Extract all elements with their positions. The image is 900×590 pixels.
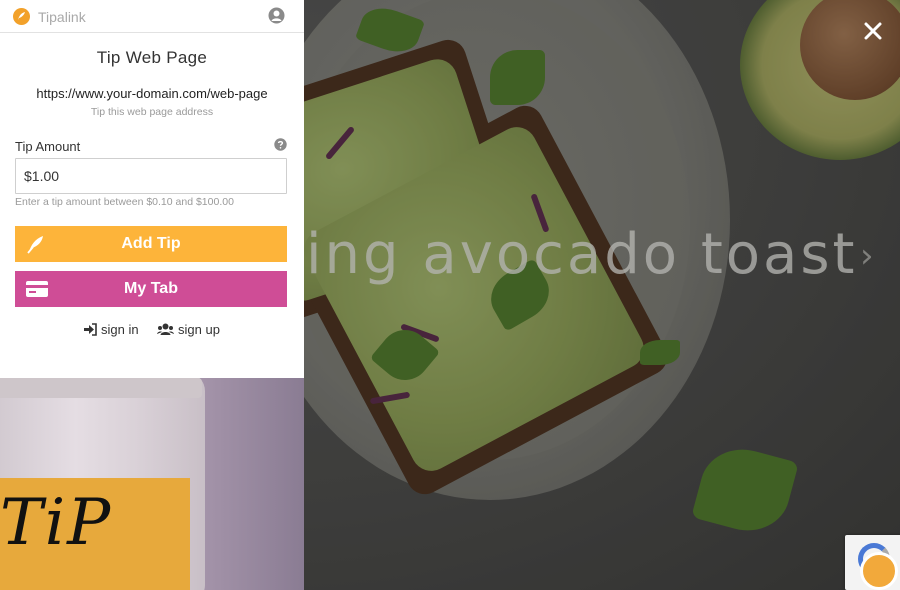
url-hint: Tip this web page address: [90, 106, 214, 118]
sign-up-link[interactable]: sign up: [157, 322, 220, 337]
question-circle-icon[interactable]: [274, 138, 287, 151]
tip-jar-photo: TiP: [0, 378, 304, 590]
tip-amount-label: Tip Amount: [15, 139, 81, 154]
tip-amount-input[interactable]: [15, 158, 287, 194]
page-title: Tip Web Page: [96, 48, 208, 67]
panel-header: Tipalink: [0, 0, 304, 33]
close-icon[interactable]: [860, 18, 886, 44]
chevron-right-icon[interactable]: ›: [860, 236, 874, 276]
tipalink-logo-icon: [13, 8, 30, 25]
add-tip-label: Add Tip: [121, 235, 181, 252]
page-url: https://www.your-domain.com/web-page: [36, 86, 268, 101]
sign-in-label: sign in: [101, 322, 139, 337]
my-tab-button[interactable]: My Tab: [15, 271, 287, 307]
sign-in-link[interactable]: sign in: [83, 322, 139, 337]
users-icon: [157, 323, 174, 335]
sign-in-icon: [84, 323, 97, 336]
tip-panel: Tipalink Tip Web Page https://www.your-d…: [0, 0, 304, 378]
my-tab-label: My Tab: [124, 280, 178, 297]
sign-up-label: sign up: [178, 322, 220, 337]
tipalink-logo-icon[interactable]: [860, 552, 898, 590]
tip-amount-hint: Enter a tip amount between $0.10 and $10…: [15, 196, 234, 208]
brand-name: Tipalink: [38, 9, 86, 25]
jar-rim: [0, 378, 202, 398]
add-tip-button[interactable]: Add Tip: [15, 226, 287, 262]
hero-caption: ing avocado toast: [306, 222, 858, 287]
jar-label-text: TiP: [0, 486, 113, 560]
user-circle-icon[interactable]: [268, 7, 285, 24]
